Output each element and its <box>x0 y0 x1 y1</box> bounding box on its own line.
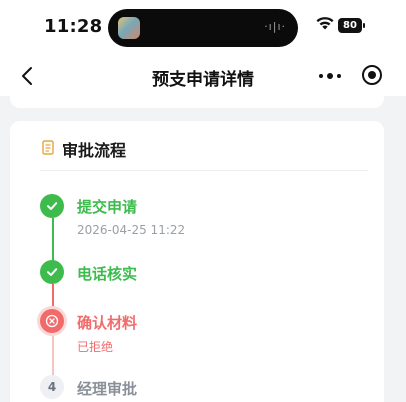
app-icon <box>118 17 140 39</box>
step-number-badge: 4 <box>40 375 64 399</box>
audio-wave-indicator: ·ı|ı· <box>264 20 286 33</box>
screen: 11:28 ·ı|ı· 80 预支申请详情 审批流程 提交申请 2026-04-… <box>0 0 406 402</box>
document-icon <box>42 140 54 155</box>
step-timestamp: 2026-04-25 11:22 <box>77 223 186 237</box>
dynamic-island[interactable]: ·ı|ı· <box>108 9 298 47</box>
battery-level: 80 <box>343 20 357 31</box>
step-status-text: 已拒绝 <box>77 340 114 354</box>
battery-indicator: 80 <box>338 18 362 33</box>
record-icon[interactable] <box>362 65 382 85</box>
card-header: 审批流程 <box>10 121 384 171</box>
status-bar: 11:28 ·ı|ı· 80 <box>0 0 406 56</box>
page-title: 预支申请详情 <box>152 70 254 90</box>
battery-tip <box>363 23 365 28</box>
wifi-icon <box>316 17 334 30</box>
step-status-dot <box>40 260 64 284</box>
step-title: 确认材料 <box>77 314 138 332</box>
step-status-dot <box>40 309 64 333</box>
approval-process-card: 审批流程 提交申请 2026-04-25 11:22 电话核实 确认材料 已拒绝… <box>10 121 384 402</box>
nav-bar: 预支申请详情 <box>0 56 406 96</box>
step-title: 提交申请 <box>77 198 138 216</box>
status-time: 11:28 <box>44 16 103 37</box>
timeline-connector <box>51 334 54 376</box>
check-icon <box>47 268 58 276</box>
step-title: 电话核实 <box>77 265 138 283</box>
step-status-dot <box>40 194 64 218</box>
divider <box>40 170 368 171</box>
step-title: 经理审批 <box>77 380 138 398</box>
close-circle-icon <box>45 314 59 328</box>
check-icon <box>47 202 58 210</box>
info-card-bottom <box>10 96 384 108</box>
more-dots-icon[interactable] <box>316 68 344 84</box>
section-title: 审批流程 <box>62 141 127 160</box>
